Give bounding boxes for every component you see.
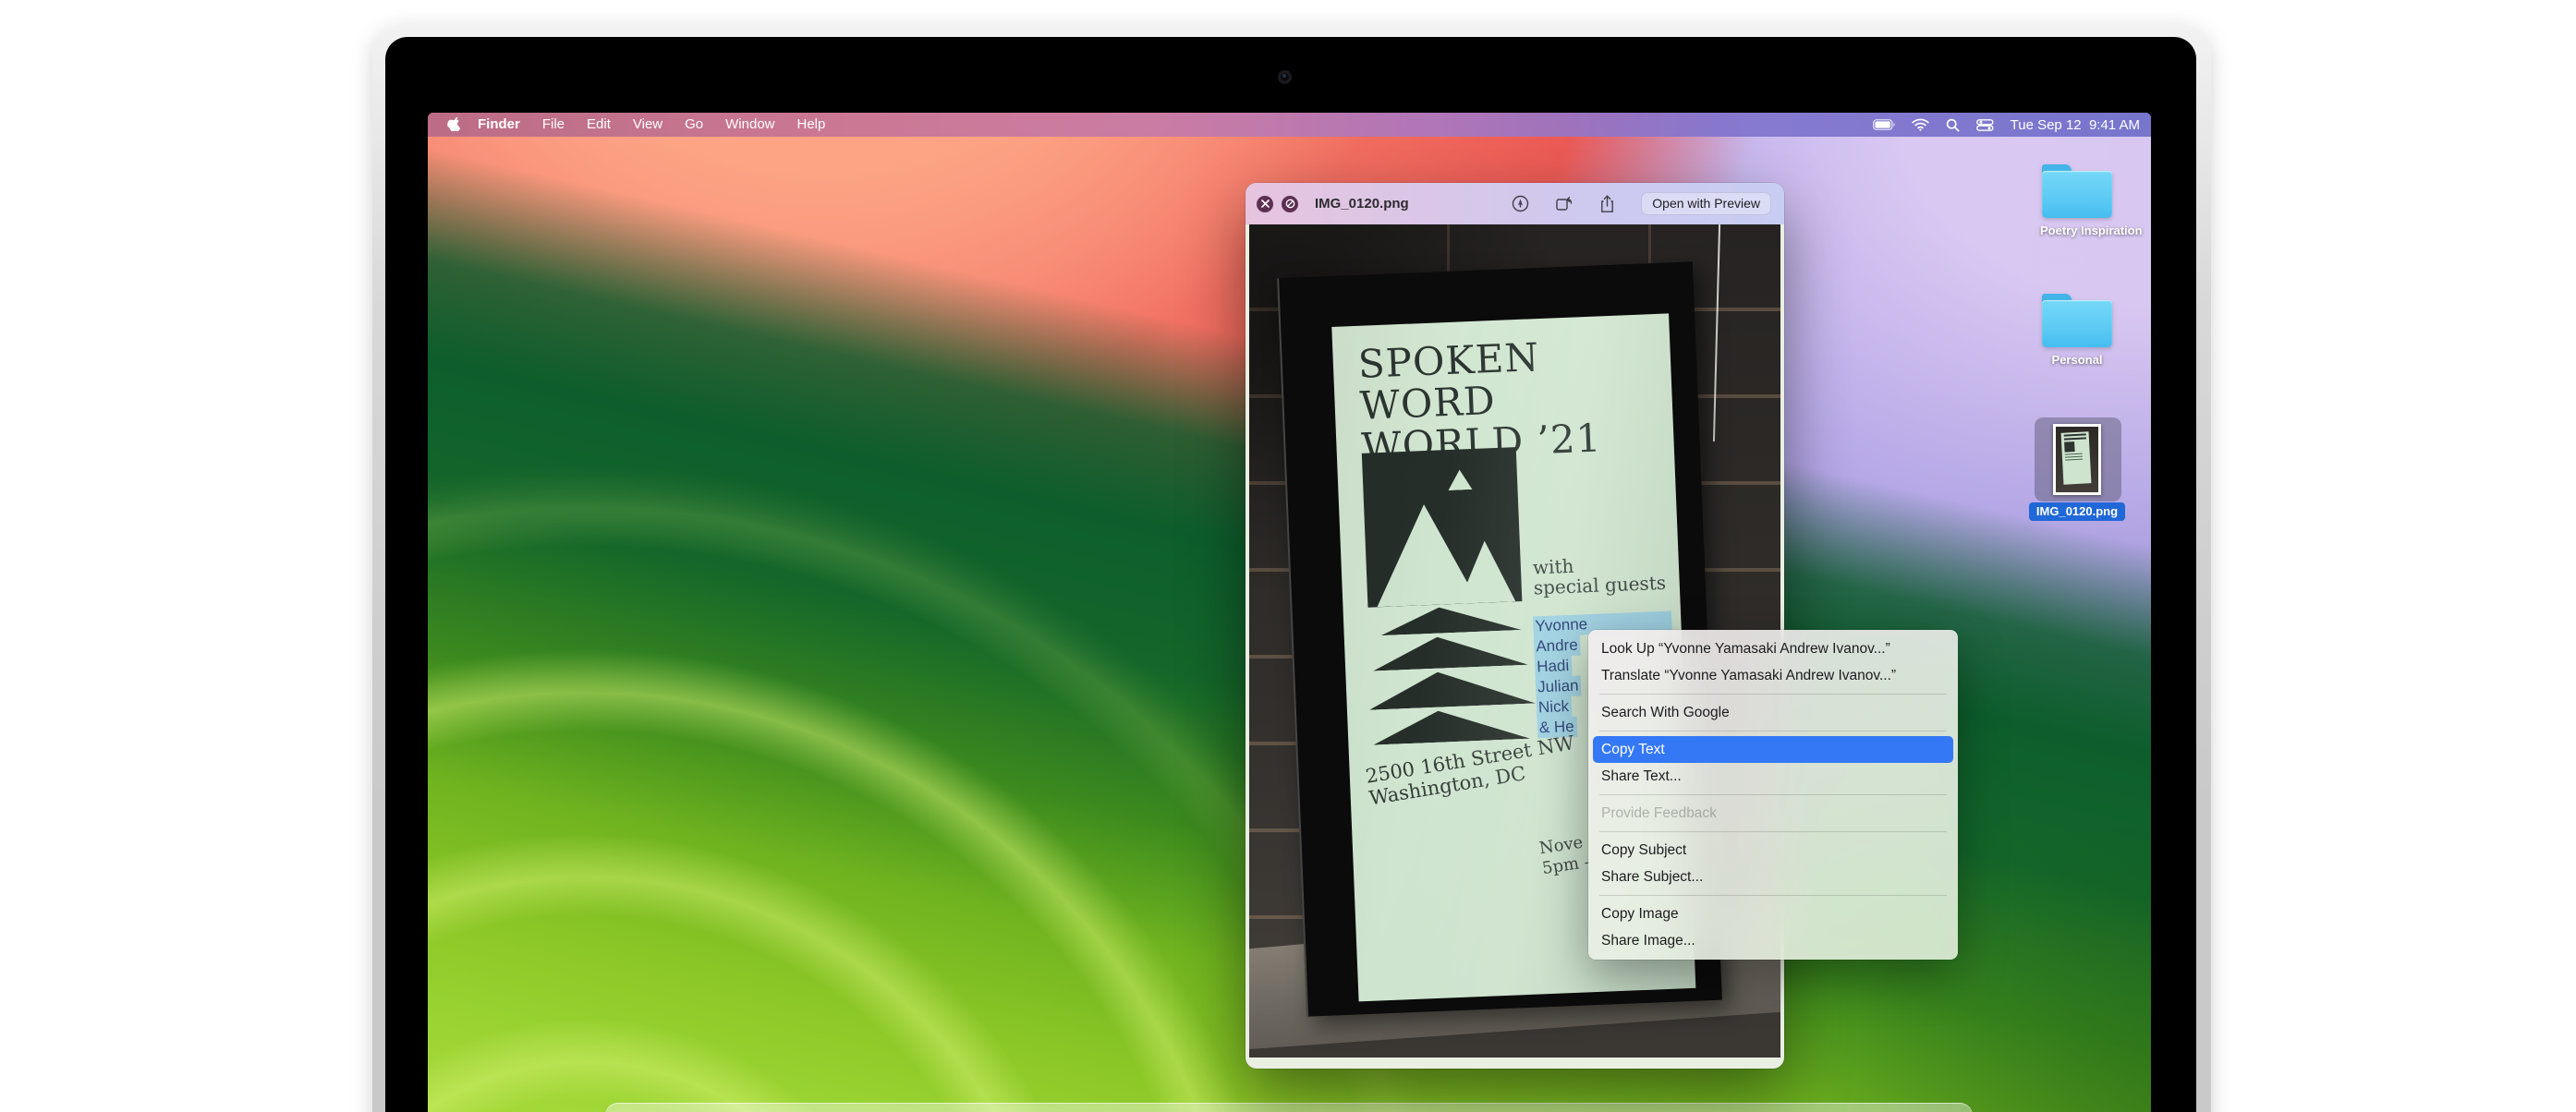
menu-separator [1599,895,1947,896]
markup-icon[interactable] [1512,195,1529,212]
poster-date-time: Nove 5pm – [1538,832,1595,879]
menu-item-provide-feedback: Provide Feedback [1588,800,1958,827]
dock[interactable] [605,1103,1973,1112]
folder-icon [2042,164,2112,218]
menu-view[interactable]: View [622,113,674,137]
menu-item-look-up[interactable]: Look Up “Yvonne Yamasaki Andrew Ivanov..… [1588,635,1958,662]
menu-help[interactable]: Help [786,113,837,137]
rotate-icon[interactable] [1555,195,1574,212]
marketing-canvas: Finder File Edit View Go Window Help [0,0,2576,1112]
selected-file-label: IMG_0120.png [2029,502,2125,521]
window-title: IMG_0120.png [1315,196,1409,212]
desktop-icon-personal[interactable]: Personal [2040,294,2114,367]
menu-item-search-with-google[interactable]: Search With Google [1588,699,1958,726]
guest-line[interactable]: Andre [1534,635,1581,657]
menu-bar: Finder File Edit View Go Window Help [428,113,2151,137]
triangle-motif [1372,707,1530,745]
menu-edit[interactable]: Edit [576,113,622,137]
battery-icon[interactable] [1873,119,1895,130]
open-with-preview-button[interactable]: Open with Preview [1641,192,1771,215]
mountain-logo [1362,447,1523,608]
menu-window[interactable]: Window [714,113,785,137]
poster-subtitle: with special guests [1532,552,1666,598]
desktop-screen: Finder File Edit View Go Window Help [428,113,2151,1112]
menu-bar-left: Finder File Edit View Go Window Help [428,113,836,137]
facetime-camera [1278,70,1292,84]
menu-item-share-subject[interactable]: Share Subject... [1588,864,1958,890]
apple-icon[interactable] [447,115,463,134]
guest-line[interactable]: Nick [1537,696,1573,719]
guest-line[interactable]: & He [1537,717,1577,739]
desktop-icon-img-0120[interactable]: IMG_0120.png [1999,424,2151,521]
wifi-icon[interactable] [1912,118,1929,131]
menu-item-copy-text[interactable]: Copy Text [1593,736,1953,763]
menu-item-translate[interactable]: Translate “Yvonne Yamasaki Andrew Ivanov… [1588,662,1958,689]
menu-item-copy-image[interactable]: Copy Image [1588,900,1958,927]
spotlight-search-icon[interactable] [1946,118,1960,132]
poster-headline: SPOKEN WORD WORLD ’21 [1357,332,1674,468]
image-file-thumbnail [2053,424,2101,495]
menu-bar-clock[interactable]: Tue Sep 12 9:41 AM [2011,117,2140,133]
share-icon[interactable] [1599,195,1615,213]
menu-separator [1599,794,1947,795]
menu-go[interactable]: Go [674,113,714,137]
menu-item-share-text[interactable]: Share Text... [1588,763,1958,790]
menu-separator [1599,831,1947,832]
menu-item-copy-subject[interactable]: Copy Subject [1588,837,1958,864]
quick-look-titlebar[interactable]: IMG_0120.png Open with Preview [1245,183,1784,224]
titlebar-tools: Open with Preview [1512,192,1784,215]
icon-label: Personal [2040,353,2114,367]
guest-line[interactable]: Julian [1536,675,1582,697]
poster-address: 2500 16th Street NW Washington, DC [1364,731,1579,809]
folder-icon [2042,294,2112,347]
context-menu: Look Up “Yvonne Yamasaki Andrew Ivanov..… [1588,630,1958,960]
menu-bar-status: Tue Sep 12 9:41 AM [1873,117,2151,133]
menu-finder[interactable]: Finder [467,113,531,137]
desktop-icon-poetry-inspiration[interactable]: Poetry Inspiration [2040,164,2114,237]
fullscreen-button[interactable] [1282,196,1298,212]
menu-separator [1599,694,1947,695]
icon-label: Poetry Inspiration [2040,224,2114,237]
menu-item-share-image[interactable]: Share Image... [1588,927,1958,954]
guest-line[interactable]: Hadi [1535,656,1573,678]
triangle-motif [1372,634,1528,671]
triangle-motif [1380,604,1522,635]
triangle-motif [1367,669,1535,710]
control-center-icon[interactable] [1976,119,1994,131]
menu-file[interactable]: File [531,113,576,137]
close-button[interactable] [1257,196,1273,212]
